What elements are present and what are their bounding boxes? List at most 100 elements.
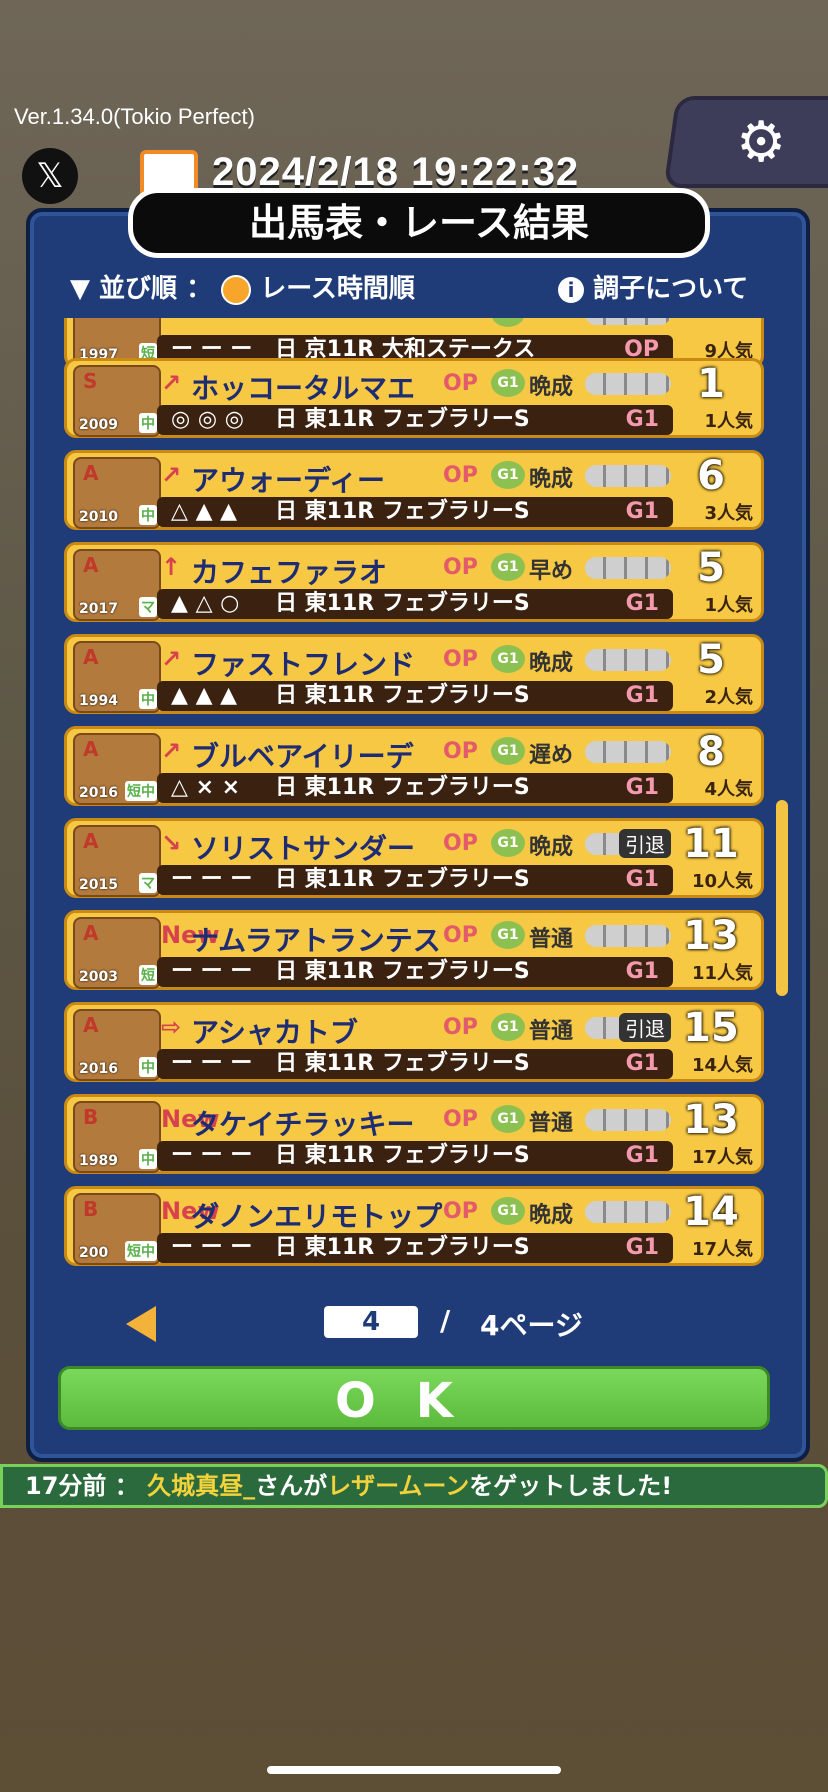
horse-year: 1994 — [79, 693, 118, 709]
class-label: OP — [443, 463, 478, 488]
g1-icon: G1 — [491, 1013, 525, 1041]
retired-badge: 引退 — [619, 829, 671, 858]
finish-place: 11 — [683, 821, 739, 867]
prediction-marks: ▲ ▲ ▲ — [171, 683, 238, 708]
horse-row[interactable]: A 2016 短中 ↗ ブルベアイリーデ OP G1 遅め △ × × 日 東11R フェブラリー… — [64, 726, 764, 806]
race-name: 日 東11R フェブラリーS — [275, 591, 530, 616]
trend-arrow-icon: ↘ — [161, 829, 182, 857]
popularity: 17人気 — [691, 1147, 753, 1168]
horse-year: 2016 — [79, 785, 118, 801]
horse-row[interactable]: B 1989 中 New タケイチラッキー OP G1 普通ー ー ー日 東11R フェブラリ… — [64, 1094, 764, 1174]
horse-distance: 中 — [139, 689, 157, 709]
popularity: 3人気 — [704, 503, 753, 524]
horse-portrait: A 2003 短 — [73, 917, 161, 989]
horse-portrait: A 2016 短中 — [73, 733, 161, 805]
horse-row[interactable]: A 2003 短 New ナムラアトランテス OP G1 普通ー ー ー日 東11R フェブラ… — [64, 910, 764, 990]
horse-portrait: A 2015 マ — [73, 825, 161, 897]
horse-distance: 短中 — [125, 1241, 157, 1261]
news-ticker: 17分前 ： 久城真昼_さんがレザームーンをゲットしました! — [0, 1464, 828, 1508]
horse-row[interactable]: A 2010 中 ↗ アウォーディー OP G1 晩成 △ ▲ ▲ 日 東11R フェブラリーS G… — [64, 450, 764, 530]
prediction-marks: ー ー ー — [171, 1051, 253, 1076]
race-grade: G1 — [625, 867, 659, 892]
horse-grade: A — [83, 737, 99, 761]
g1-icon: G1 — [491, 921, 525, 949]
info-icon: i — [558, 276, 584, 303]
horse-row[interactable]: A 2016 中 ⇨ アシャカトブ OP G1 普通 引退ー ー ー日 東11R フェブラリーS… — [64, 1002, 764, 1082]
finish-place — [671, 318, 751, 337]
horse-distance: 中 — [139, 1057, 157, 1077]
horse-distance: 短中 — [125, 781, 157, 801]
race-name: 日 東11R フェブラリーS — [275, 499, 530, 524]
list-scrollbar[interactable] — [776, 800, 788, 996]
horse-row[interactable]: A 2015 マ ↘ ソリストサンダー OP G1 晩成 引退ー ー ー日 東11R フェブラリ… — [64, 818, 764, 898]
horse-row[interactable]: A 1994 中 ↗ ファストフレンド OP G1 晩成 ▲ ▲ ▲ 日 東11R フェブラリーS… — [64, 634, 764, 714]
horse-distance: 中 — [139, 1149, 157, 1169]
race-grade: G1 — [625, 499, 659, 524]
ticker-user: 久城真昼_ — [147, 1472, 256, 1500]
race-bar: ▲ ▲ ▲ 日 東11R フェブラリーS G1 — [157, 681, 673, 711]
finish-place: 1 — [697, 361, 725, 407]
ticker-mid: さんが — [255, 1472, 328, 1500]
class-label: OP — [443, 371, 478, 396]
g1-icon: G1 — [491, 1197, 525, 1225]
class-label: OP — [443, 1015, 478, 1040]
race-name: 日 東11R フェブラリーS — [275, 1235, 530, 1260]
horse-portrait: A 2016 中 — [73, 1009, 161, 1081]
race-bar: ー ー ー日 東11R フェブラリーS G1 — [157, 1141, 673, 1171]
ticker-item: レザームーン — [327, 1472, 470, 1500]
prev-page-icon[interactable] — [126, 1306, 156, 1342]
horse-portrait: A 2017 マ — [73, 549, 161, 621]
page-separator: / — [440, 1304, 451, 1337]
page-current[interactable]: 4 — [324, 1306, 418, 1338]
popularity: 14人気 — [691, 1055, 753, 1076]
horse-grade: B — [83, 1197, 99, 1221]
g1-icon — [491, 318, 525, 327]
home-indicator[interactable] — [267, 1766, 561, 1774]
growth-type: 晩成 — [529, 835, 574, 860]
prediction-marks: ー ー ー — [171, 1143, 253, 1168]
race-name: 日 東11R フェブラリーS — [275, 683, 530, 708]
g1-icon: G1 — [491, 1105, 525, 1133]
race-name: 日 東11R フェブラリーS — [275, 959, 530, 984]
horse-name: タケイチラッキー — [191, 1108, 415, 1141]
horse-name: カフェファラオ — [191, 556, 388, 589]
trend-arrow-icon: ↗ — [161, 737, 182, 765]
growth-type: 晩成 — [529, 651, 574, 676]
horse-portrait: S 2009 中 — [73, 365, 161, 437]
horse-grade: A — [83, 645, 99, 669]
condition-info-button[interactable]: i 調子について — [558, 268, 748, 305]
race-bar: ▲ △ ○ 日 東11R フェブラリーS G1 — [157, 589, 673, 619]
horse-portrait: A 1994 中 — [73, 641, 161, 713]
sort-selector[interactable]: ▼ 並び順 ： レース時間順 — [70, 268, 415, 305]
horse-list[interactable]: 1997 短ー ー ー日 京11R 大和ステークス OP 9人気 S 2009 中 ↗ ホッコー… — [64, 318, 764, 1288]
growth-type: 晩成 — [529, 375, 574, 400]
g1-icon: G1 — [491, 645, 525, 673]
popularity: 17人気 — [691, 1239, 753, 1260]
horse-year: 2010 — [79, 509, 118, 525]
prediction-marks: ▲ △ ○ — [171, 591, 240, 616]
horse-name: ソリストサンダー — [191, 832, 416, 865]
x-share-icon[interactable]: 𝕏 — [22, 148, 78, 204]
horse-portrait: B 1989 中 — [73, 1101, 161, 1173]
race-grade: G1 — [625, 407, 659, 432]
race-bar: △ ▲ ▲ 日 東11R フェブラリーS G1 — [157, 497, 673, 527]
page-total: 4ページ — [480, 1309, 583, 1342]
growth-type: 普通 — [529, 1111, 574, 1136]
horse-row[interactable]: S 2009 中 ↗ ホッコータルマエ OP G1 晩成 ◎ ◎ ◎ 日 東11R フェブラリーS… — [64, 358, 764, 438]
gear-icon[interactable]: ⚙ — [736, 110, 786, 175]
horse-grade: A — [83, 829, 99, 853]
horse-row[interactable]: A 2017 マ ↑ カフェファラオ OP G1 早め ▲ △ ○ 日 東11R フェブラリーS G… — [64, 542, 764, 622]
pager: 4 / 4ページ — [120, 1300, 720, 1350]
race-name: 日 東11R フェブラリーS — [275, 1143, 530, 1168]
condition-coins-icon — [585, 741, 671, 763]
horse-name: ナムラアトランテス — [191, 924, 441, 957]
ok-button[interactable]: OK — [58, 1366, 770, 1430]
popularity: 10人気 — [691, 871, 753, 892]
horse-grade: S — [83, 369, 98, 393]
horse-name: ダノンエリモトップ — [191, 1200, 443, 1233]
horse-portrait: A 2010 中 — [73, 457, 161, 529]
race-grade: G1 — [625, 1235, 659, 1260]
horse-row[interactable]: B 200 短中 New ダノンエリモトップ OP G1 晩成ー ー ー日 東11R フェブラ… — [64, 1186, 764, 1266]
class-label: OP — [443, 555, 478, 580]
horse-year: 2016 — [79, 1061, 118, 1077]
